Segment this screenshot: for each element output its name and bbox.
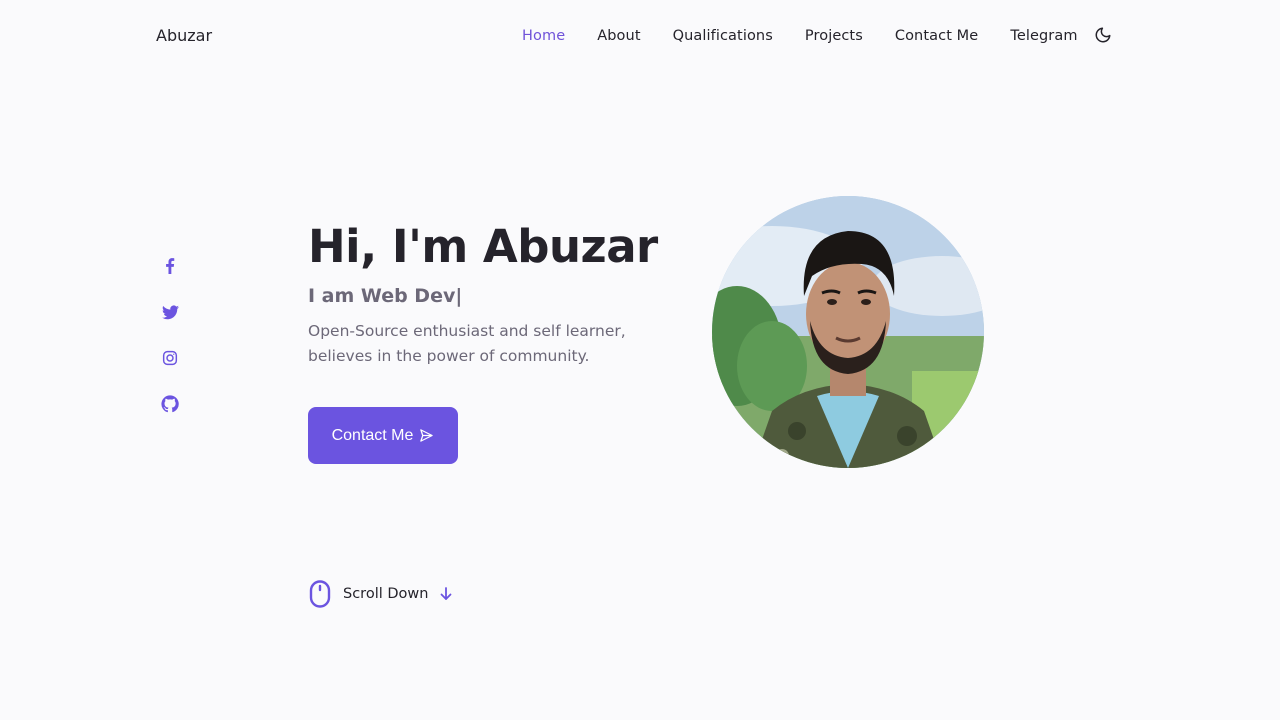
social-links — [160, 256, 180, 440]
nav-contact[interactable]: Contact Me — [895, 28, 978, 44]
nav-projects[interactable]: Projects — [805, 28, 863, 44]
profile-photo — [712, 196, 984, 468]
contact-me-label: Contact Me — [331, 426, 414, 444]
hero-description: Open-Source enthusiast and self learner,… — [308, 322, 626, 365]
nav-telegram[interactable]: Telegram — [1010, 28, 1077, 44]
mouse-icon — [309, 580, 331, 608]
site-logo[interactable]: Abuzar — [156, 26, 212, 45]
scroll-down-label: Scroll Down — [343, 586, 429, 602]
instagram-icon[interactable] — [160, 348, 180, 368]
facebook-icon[interactable] — [160, 256, 180, 276]
moon-icon[interactable] — [1092, 24, 1114, 46]
arrow-down-icon — [440, 587, 452, 601]
nav-qualifications[interactable]: Qualifications — [673, 28, 773, 44]
nav-about[interactable]: About — [597, 28, 640, 44]
site-header: Abuzar Home About Qualifications Project… — [0, 0, 1280, 72]
send-icon — [419, 428, 434, 443]
hero-subtitle: I am Web Dev| — [308, 285, 463, 307]
scroll-down-link[interactable]: Scroll Down — [309, 580, 452, 608]
twitter-icon[interactable] — [160, 302, 180, 322]
hero-section: Hi, I'm Abuzar I am Web Dev| Open-Source… — [308, 216, 668, 369]
hero-title: Hi, I'm Abuzar — [308, 220, 658, 273]
github-icon[interactable] — [160, 394, 180, 414]
nav-home[interactable]: Home — [522, 28, 565, 44]
main-nav: Home About Qualifications Projects Conta… — [522, 26, 1114, 46]
contact-me-button[interactable]: Contact Me — [308, 407, 458, 464]
